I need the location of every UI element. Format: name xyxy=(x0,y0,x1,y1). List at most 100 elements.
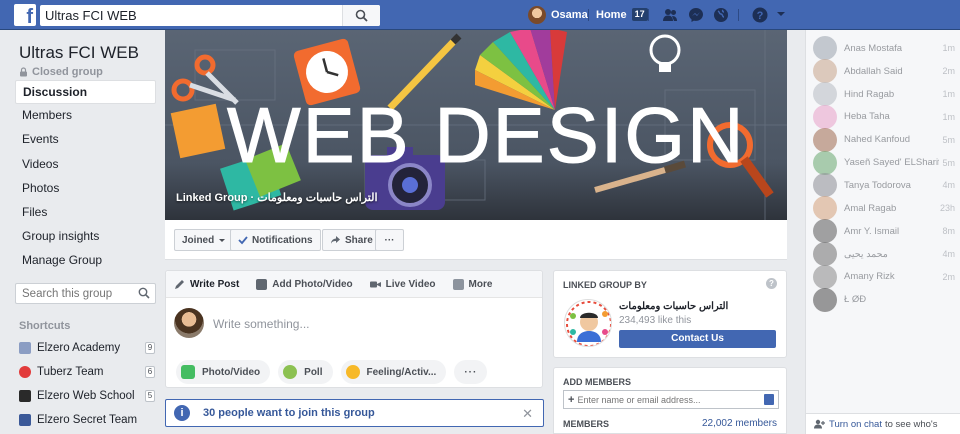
contact-name: Ł ØĐ xyxy=(844,294,867,306)
avatar xyxy=(813,127,837,152)
avatar xyxy=(813,173,837,198)
page-logo-icon xyxy=(566,301,611,346)
group-navigation: Discussion Members Events Videos Photos … xyxy=(15,80,156,274)
tab-live-video[interactable]: Live Video xyxy=(369,278,436,290)
linked-page-name[interactable]: التراس حاسبات ومعلومات xyxy=(619,301,728,312)
cover-headline: WEB DESIGN xyxy=(227,91,745,179)
friend-requests-icon[interactable] xyxy=(661,6,679,24)
global-search xyxy=(40,5,380,26)
pending-requests-text[interactable]: 30 people want to join this group xyxy=(203,407,375,419)
home-link[interactable]: Home 17 xyxy=(596,8,648,21)
search-icon[interactable] xyxy=(138,287,150,299)
shortcut-label: Elzero Web School xyxy=(37,390,135,402)
avatar xyxy=(813,36,837,61)
nav-events[interactable]: Events xyxy=(15,128,156,152)
chat-contact[interactable]: Amal Ragab 23h xyxy=(813,196,960,221)
pending-requests-banner[interactable]: i 30 people want to join this group ✕ xyxy=(165,399,544,427)
messages-icon[interactable] xyxy=(687,6,705,24)
tab-write-post[interactable]: Write Post xyxy=(174,279,239,290)
contact-last-active: 23h xyxy=(939,203,955,214)
profile-name: Osama xyxy=(551,9,588,21)
chat-contact[interactable]: Hind Ragab 1m xyxy=(813,82,960,107)
avatar xyxy=(813,82,837,107)
shortcut-elzero-secret-team[interactable]: Elzero Secret Team xyxy=(19,408,155,432)
chat-contact[interactable]: Abdallah Said 2m xyxy=(813,59,960,84)
nav-group-insights[interactable]: Group insights xyxy=(15,225,156,249)
chat-contact[interactable]: Amany Rizk 2m xyxy=(813,264,960,289)
tab-label: Live Video xyxy=(385,278,436,290)
nav-videos[interactable]: Videos xyxy=(15,153,156,177)
contact-name: Amr Y. Ismail xyxy=(844,225,900,237)
chat-contact[interactable]: Amr Y. Ismail 8m xyxy=(813,219,960,244)
close-icon[interactable]: ✕ xyxy=(522,406,533,422)
contact-name: Tanya Todorova xyxy=(844,179,911,191)
group-title[interactable]: Ultras FCI WEB xyxy=(19,43,139,63)
contact-name: Anas Mostafa xyxy=(844,42,903,54)
composer-more-button[interactable]: ··· xyxy=(454,360,488,384)
checkmark-icon xyxy=(238,236,248,245)
group-action-bar: Joined Notifications Share ··· xyxy=(165,220,787,260)
chat-contact[interactable]: Anas Mostafa 1m xyxy=(813,36,960,61)
notifications-globe-icon[interactable] xyxy=(712,6,730,24)
chat-contact[interactable]: Nahed Kanfoud 5m xyxy=(813,127,960,152)
joined-label: Joined xyxy=(182,234,215,246)
poll-icon xyxy=(283,365,298,379)
contact-name: Amal Ragab xyxy=(844,202,897,214)
nav-members[interactable]: Members xyxy=(15,104,156,128)
group-search-input[interactable] xyxy=(16,284,131,303)
joined-button[interactable]: Joined xyxy=(174,229,236,251)
facebook-logo-icon[interactable]: f xyxy=(14,4,36,26)
shortcut-tuberz-team[interactable]: Tuberz Team 6 xyxy=(19,360,155,384)
post-composer: Write Post Add Photo/Video Live Video Mo… xyxy=(165,270,543,388)
more-actions-button[interactable]: ··· xyxy=(375,229,404,251)
tab-more[interactable]: More xyxy=(452,278,492,290)
share-button[interactable]: Share xyxy=(322,229,381,251)
top-navigation-bar: f Osama Home 17 ? xyxy=(0,0,960,30)
feeling-activity-button[interactable]: Feeling/Activ... xyxy=(340,360,447,384)
nav-manage-group[interactable]: Manage Group xyxy=(15,249,156,273)
members-heading: MEMBERS xyxy=(563,419,610,429)
divider xyxy=(738,9,739,21)
nav-discussion[interactable]: Discussion xyxy=(15,80,156,105)
chat-contact[interactable]: Tanya Todorova 4m xyxy=(813,173,960,198)
turn-on-chat-link[interactable]: Turn on chat xyxy=(829,419,882,430)
global-search-input[interactable] xyxy=(40,5,340,26)
contact-last-active: 4m xyxy=(942,180,955,191)
nav-photos[interactable]: Photos xyxy=(15,177,156,201)
svg-text:?: ? xyxy=(757,10,764,22)
cover-caption[interactable]: Linked Group · التراس حاسبات ومعلومات xyxy=(176,191,378,204)
chat-contact[interactable]: Yaseñ Sayed' ELSharif 5m xyxy=(813,150,960,175)
poll-button[interactable]: Poll xyxy=(278,360,333,384)
account-menu-chevron-down-icon[interactable] xyxy=(775,7,793,25)
add-member-input[interactable] xyxy=(574,391,755,408)
contact-last-active: 1m xyxy=(942,43,955,54)
chat-contact[interactable]: Ł ØĐ xyxy=(813,287,960,312)
search-button[interactable] xyxy=(342,5,380,26)
address-book-icon[interactable] xyxy=(764,394,774,405)
group-left-sidebar: Ultras FCI WEB Closed group Discussion M… xyxy=(0,30,165,434)
smiley-icon xyxy=(345,365,360,379)
photo-icon xyxy=(181,365,195,379)
shortcut-elzero-web-school[interactable]: Elzero Web School 5 xyxy=(19,384,155,408)
profile-link[interactable]: Osama xyxy=(528,6,588,24)
contact-last-active: 5m xyxy=(942,134,955,145)
photo-video-button[interactable]: Photo/Video xyxy=(176,360,271,384)
add-members-card: ADD MEMBERS + MEMBERS 22,002 members xyxy=(553,367,787,434)
chat-footer-text: to see who's xyxy=(884,418,938,430)
more-grid-icon xyxy=(452,278,464,290)
contact-name: محمد يحيى xyxy=(844,248,888,260)
nav-files[interactable]: Files xyxy=(15,201,156,225)
contact-us-button[interactable]: Contact Us xyxy=(619,330,776,348)
linked-page-avatar[interactable] xyxy=(564,299,612,347)
chat-contact[interactable]: محمد يحيى 4m xyxy=(813,242,960,267)
shortcut-elzero-academy[interactable]: Elzero Academy 9 xyxy=(19,336,155,360)
notifications-button[interactable]: Notifications xyxy=(230,229,321,251)
tab-add-photo-video[interactable]: Add Photo/Video xyxy=(256,278,353,290)
composer-input[interactable]: Write something... xyxy=(213,317,309,331)
contact-last-active: 1m xyxy=(942,89,955,100)
members-count-link[interactable]: 22,002 members xyxy=(702,418,777,429)
group-cover-photo[interactable]: WEB DESIGN Linked Group · التراس حاسبات … xyxy=(165,30,787,220)
help-icon[interactable]: ? xyxy=(751,6,769,24)
chat-contact[interactable]: Heba Taha 1m xyxy=(813,104,960,129)
help-icon[interactable]: ? xyxy=(766,278,777,289)
